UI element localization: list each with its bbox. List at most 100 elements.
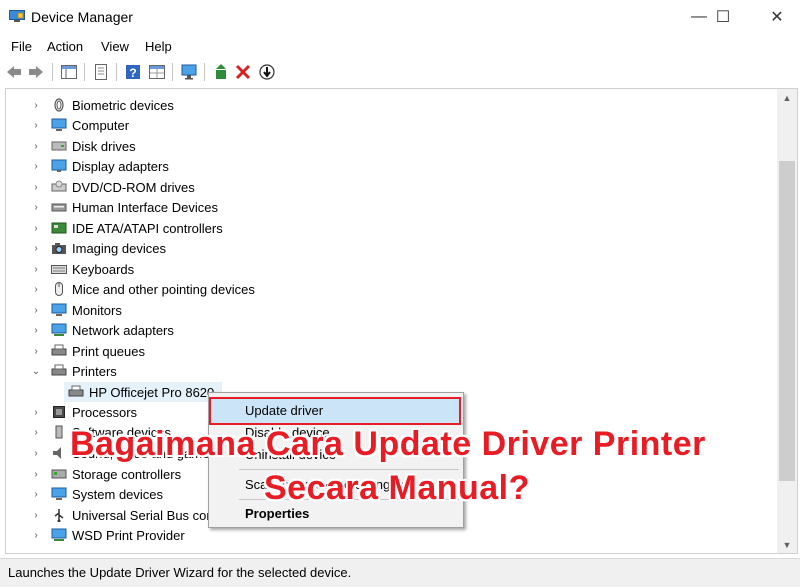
properties-icon: [95, 64, 107, 80]
properties-button[interactable]: [92, 63, 110, 81]
tree-item-label: Imaging devices: [72, 240, 166, 256]
display-adapter-icon: [51, 159, 67, 172]
chevron-right-icon[interactable]: ›: [30, 283, 42, 295]
disable-device-button[interactable]: [258, 63, 276, 81]
tree-item-imaging-devices[interactable]: › Imaging devices: [30, 238, 166, 258]
ide-controller-icon: [51, 222, 67, 234]
menu-bar: File Action View Help: [0, 36, 800, 58]
red-x-icon: [235, 64, 251, 80]
overlay-headline-line1: Bagaimana Cara Update Driver Printer: [70, 425, 706, 463]
chevron-right-icon[interactable]: ›: [30, 488, 42, 500]
tree-item-network-adapters[interactable]: › Network adapters: [30, 320, 174, 340]
update-driver-toolbar-button[interactable]: [212, 63, 230, 81]
tree-item-display-adapters[interactable]: › Display adapters: [30, 156, 169, 176]
scan-hardware-button[interactable]: [180, 63, 198, 81]
chevron-right-icon[interactable]: ›: [30, 181, 42, 193]
scroll-thumb[interactable]: [779, 161, 795, 481]
camera-icon: [52, 243, 66, 254]
help-button[interactable]: ?: [124, 63, 142, 81]
tree-item-system-devices[interactable]: › System devices: [30, 484, 163, 504]
processor-icon: [53, 406, 65, 418]
print-queue-icon: [51, 344, 67, 356]
tree-item-label: Printers: [72, 363, 117, 379]
scroll-up-button[interactable]: ▲: [777, 89, 797, 106]
chevron-right-icon[interactable]: ›: [30, 140, 42, 152]
tree-item-label: Keyboards: [72, 261, 135, 277]
tree-item-label: Print queues: [72, 343, 145, 359]
chevron-right-icon[interactable]: ›: [30, 447, 42, 459]
tree-item-storage-controllers[interactable]: › Storage controllers: [30, 464, 181, 484]
scroll-down-button[interactable]: ▼: [777, 536, 797, 553]
disk-drive-icon: [51, 141, 67, 151]
tree-item-label: WSD Print Provider: [72, 527, 185, 543]
fingerprint-icon: [54, 98, 64, 112]
uninstall-device-button[interactable]: [234, 63, 252, 81]
chevron-right-icon[interactable]: ›: [30, 406, 42, 418]
disable-arrow-down-icon: [259, 64, 275, 80]
tree-item-wsd-print-provider[interactable]: › WSD Print Provider: [30, 525, 185, 545]
close-icon: ✕: [770, 9, 784, 26]
tree-item-label: Storage controllers: [72, 466, 182, 482]
chevron-right-icon[interactable]: ›: [30, 99, 42, 111]
chevron-right-icon[interactable]: ›: [30, 304, 42, 316]
tree-item-human-interface-devices[interactable]: › Human Interface Devices: [30, 197, 218, 217]
chevron-right-icon[interactable]: ›: [30, 529, 42, 541]
chevron-right-icon[interactable]: ›: [30, 160, 42, 172]
chevron-right-icon[interactable]: ›: [30, 468, 42, 480]
vertical-scrollbar[interactable]: ▲ ▼: [777, 89, 797, 553]
device-manager-window: Device Manager — ☐ ✕ File Action View He…: [0, 0, 800, 587]
chevron-up-icon: ▲: [782, 92, 792, 103]
title-bar[interactable]: Device Manager — ☐ ✕: [0, 0, 800, 34]
chevron-right-icon[interactable]: ›: [30, 324, 42, 336]
chevron-right-icon[interactable]: ›: [30, 222, 42, 234]
chevron-down-icon: ▼: [782, 539, 792, 550]
toolbar-separator: [204, 63, 205, 81]
show-hide-console-tree-button[interactable]: [60, 63, 78, 81]
tree-item-ide-ata-atapi-controllers[interactable]: › IDE ATA/ATAPI controllers: [30, 218, 222, 238]
mouse-icon: [55, 282, 63, 296]
tree-item-label: Processors: [72, 404, 138, 420]
tree-item-monitors[interactable]: › Monitors: [30, 300, 122, 320]
toolbar-separator: [116, 63, 117, 81]
chevron-right-icon[interactable]: ›: [30, 345, 42, 357]
chevron-down-icon[interactable]: ⌄: [30, 365, 42, 377]
context-menu-update-driver[interactable]: Update driver: [245, 403, 323, 418]
context-menu-properties[interactable]: Properties: [245, 506, 309, 521]
tree-item-keyboards[interactable]: › Keyboards: [30, 259, 134, 279]
view-button[interactable]: [148, 63, 166, 81]
menu-file[interactable]: File: [11, 39, 32, 54]
help-icon: ?: [126, 65, 140, 80]
chevron-right-icon[interactable]: ›: [30, 263, 42, 275]
maximize-button[interactable]: ☐: [700, 0, 746, 34]
network-adapter-icon: [51, 323, 67, 336]
usb-icon: [54, 509, 64, 522]
tree-item-processors[interactable]: › Processors: [30, 402, 137, 422]
tree-item-computer[interactable]: › Computer: [30, 115, 129, 135]
tree-item-printers[interactable]: ⌄ Printers: [30, 361, 117, 381]
tree-item-label: Display adapters: [72, 158, 169, 174]
menu-view[interactable]: View: [101, 39, 129, 54]
close-button[interactable]: ✕: [754, 0, 800, 34]
toolbar-separator: [84, 63, 85, 81]
keyboard-icon: [51, 265, 67, 274]
forward-button[interactable]: [27, 63, 45, 81]
overlay-headline-line2: Secara Manual?: [264, 469, 530, 507]
chevron-right-icon[interactable]: ›: [30, 509, 42, 521]
back-arrow-icon: [7, 66, 21, 78]
menu-action[interactable]: Action: [47, 39, 83, 54]
tree-item-disk-drives[interactable]: › Disk drives: [30, 136, 135, 156]
menu-help[interactable]: Help: [145, 39, 172, 54]
chevron-right-icon[interactable]: ›: [30, 242, 42, 254]
tree-item-selected-printer[interactable]: HP Officejet Pro 8620: [64, 382, 223, 402]
tree-item-mice[interactable]: › Mice and other pointing devices: [30, 279, 255, 299]
tree-item-label: Monitors: [72, 302, 122, 318]
tree-item-label: System devices: [72, 486, 164, 502]
back-button[interactable]: [5, 63, 23, 81]
hid-icon: [51, 203, 67, 212]
tree-item-dvd-cd-rom-drives[interactable]: › DVD/CD-ROM drives: [30, 177, 194, 197]
chevron-right-icon[interactable]: ›: [30, 119, 42, 131]
chevron-right-icon[interactable]: ›: [30, 426, 42, 438]
tree-item-print-queues[interactable]: › Print queues: [30, 341, 145, 361]
tree-item-biometric-devices[interactable]: › Biometric devices: [30, 95, 174, 115]
chevron-right-icon[interactable]: ›: [30, 201, 42, 213]
